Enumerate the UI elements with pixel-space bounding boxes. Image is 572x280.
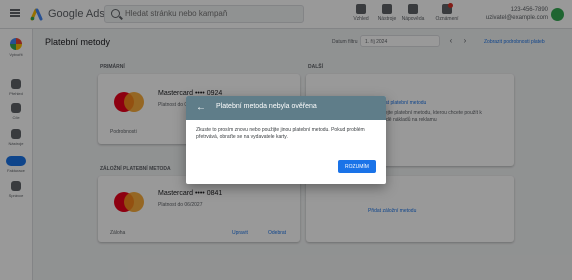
dialog-title: Platební metoda nebyla ověřena: [216, 103, 317, 110]
arrow-back-icon[interactable]: ←: [195, 102, 207, 114]
dialog-header: ← Platební metoda nebyla ověřena: [186, 96, 386, 120]
understand-button[interactable]: ROZUMÍM: [338, 160, 376, 173]
dialog-message: Zkuste to prosím znovu nebo použijte jin…: [196, 127, 365, 140]
error-dialog: ← Platební metoda nebyla ověřena Zkuste …: [186, 96, 386, 184]
